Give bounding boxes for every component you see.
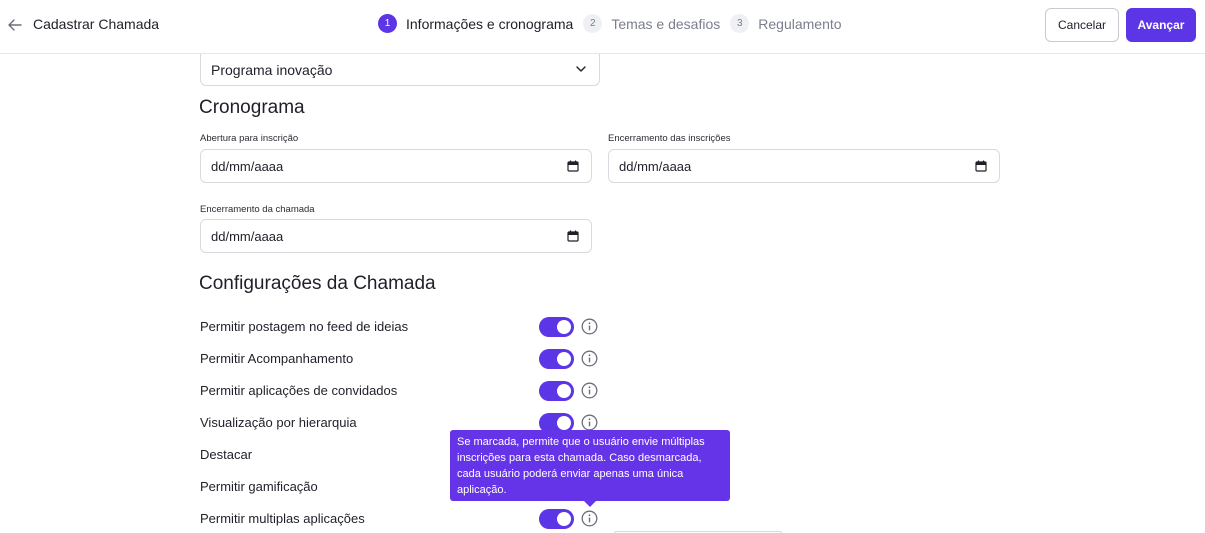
closing-registrations-date-input[interactable]: dd/mm/aaaa bbox=[608, 149, 1000, 183]
info-tooltip: Se marcada, permite que o usuário envie … bbox=[450, 430, 730, 507]
next-button[interactable]: Avançar bbox=[1126, 8, 1196, 42]
closing-registrations-label: Encerramento das inscrições bbox=[608, 133, 731, 144]
info-icon[interactable] bbox=[581, 510, 598, 527]
toggle-follow[interactable] bbox=[539, 349, 574, 369]
date-placeholder: dd/mm/aaaa bbox=[619, 158, 692, 174]
tooltip-arrow bbox=[584, 501, 596, 507]
step-label: Informações e cronograma bbox=[406, 15, 574, 32]
setting-label-follow: Permitir Acompanhamento bbox=[200, 351, 354, 366]
setting-label-guests: Permitir aplicações de convidados bbox=[200, 383, 398, 398]
setting-label-multiple: Permitir multiplas aplicações bbox=[200, 511, 365, 526]
toggle-knob bbox=[557, 320, 571, 334]
setting-label-highlight: Destacar bbox=[200, 447, 253, 462]
setting-label-gamification: Permitir gamificação bbox=[200, 479, 318, 494]
calendar-icon[interactable] bbox=[567, 230, 579, 242]
toggle-guests[interactable] bbox=[539, 381, 574, 401]
cancel-button[interactable]: Cancelar bbox=[1045, 8, 1119, 42]
info-icon[interactable] bbox=[581, 318, 598, 335]
setting-label-feed: Permitir postagem no feed de ideias bbox=[200, 319, 409, 334]
opening-label: Abertura para inscrição bbox=[200, 133, 299, 144]
tooltip-text: Se marcada, permite que o usuário envie … bbox=[457, 436, 705, 496]
top-bar: Cadastrar Chamada 1 Informações e cronog… bbox=[0, 0, 1205, 54]
step-number: 1 bbox=[378, 14, 397, 33]
toggle-knob bbox=[557, 352, 571, 366]
info-icon[interactable] bbox=[581, 382, 598, 399]
toggle-knob bbox=[557, 512, 571, 526]
step-label: Regulamento bbox=[758, 15, 842, 32]
closing-call-label: Encerramento da chamada bbox=[200, 204, 315, 215]
opening-date-input[interactable]: dd/mm/aaaa bbox=[200, 149, 592, 183]
calendar-icon[interactable] bbox=[567, 160, 579, 172]
chevron-down-icon bbox=[576, 66, 586, 72]
page-title: Cadastrar Chamada bbox=[33, 16, 160, 32]
toggle-knob bbox=[557, 416, 571, 430]
toggle-knob bbox=[557, 384, 571, 398]
closing-call-date-input[interactable]: dd/mm/aaaa bbox=[200, 219, 592, 253]
date-placeholder: dd/mm/aaaa bbox=[211, 228, 284, 244]
schedule-heading: Cronograma bbox=[199, 97, 305, 118]
step-number: 3 bbox=[730, 14, 750, 33]
step-regulation[interactable]: 3 Regulamento bbox=[730, 14, 842, 33]
info-icon[interactable] bbox=[581, 350, 598, 367]
step-label: Temas e desafios bbox=[611, 15, 721, 32]
step-info[interactable]: 1 Informações e cronograma bbox=[378, 14, 573, 33]
toggle-multiple[interactable] bbox=[539, 509, 574, 529]
setting-label-hierarchy: Visualização por hierarquia bbox=[200, 415, 357, 430]
settings-heading: Configurações da Chamada bbox=[199, 273, 436, 294]
stepper: 1 Informações e cronograma 2 Temas e des… bbox=[378, 14, 852, 33]
toggle-feed[interactable] bbox=[539, 317, 574, 337]
step-number: 2 bbox=[583, 14, 603, 33]
program-select-value: Programa inovação bbox=[211, 61, 333, 78]
date-placeholder: dd/mm/aaaa bbox=[211, 158, 284, 174]
calendar-icon[interactable] bbox=[975, 160, 987, 172]
arrow-left-icon[interactable] bbox=[6, 16, 24, 34]
step-themes[interactable]: 2 Temas e desafios bbox=[583, 14, 720, 33]
info-icon[interactable] bbox=[581, 414, 598, 431]
program-select[interactable]: Programa inovação bbox=[200, 54, 600, 86]
